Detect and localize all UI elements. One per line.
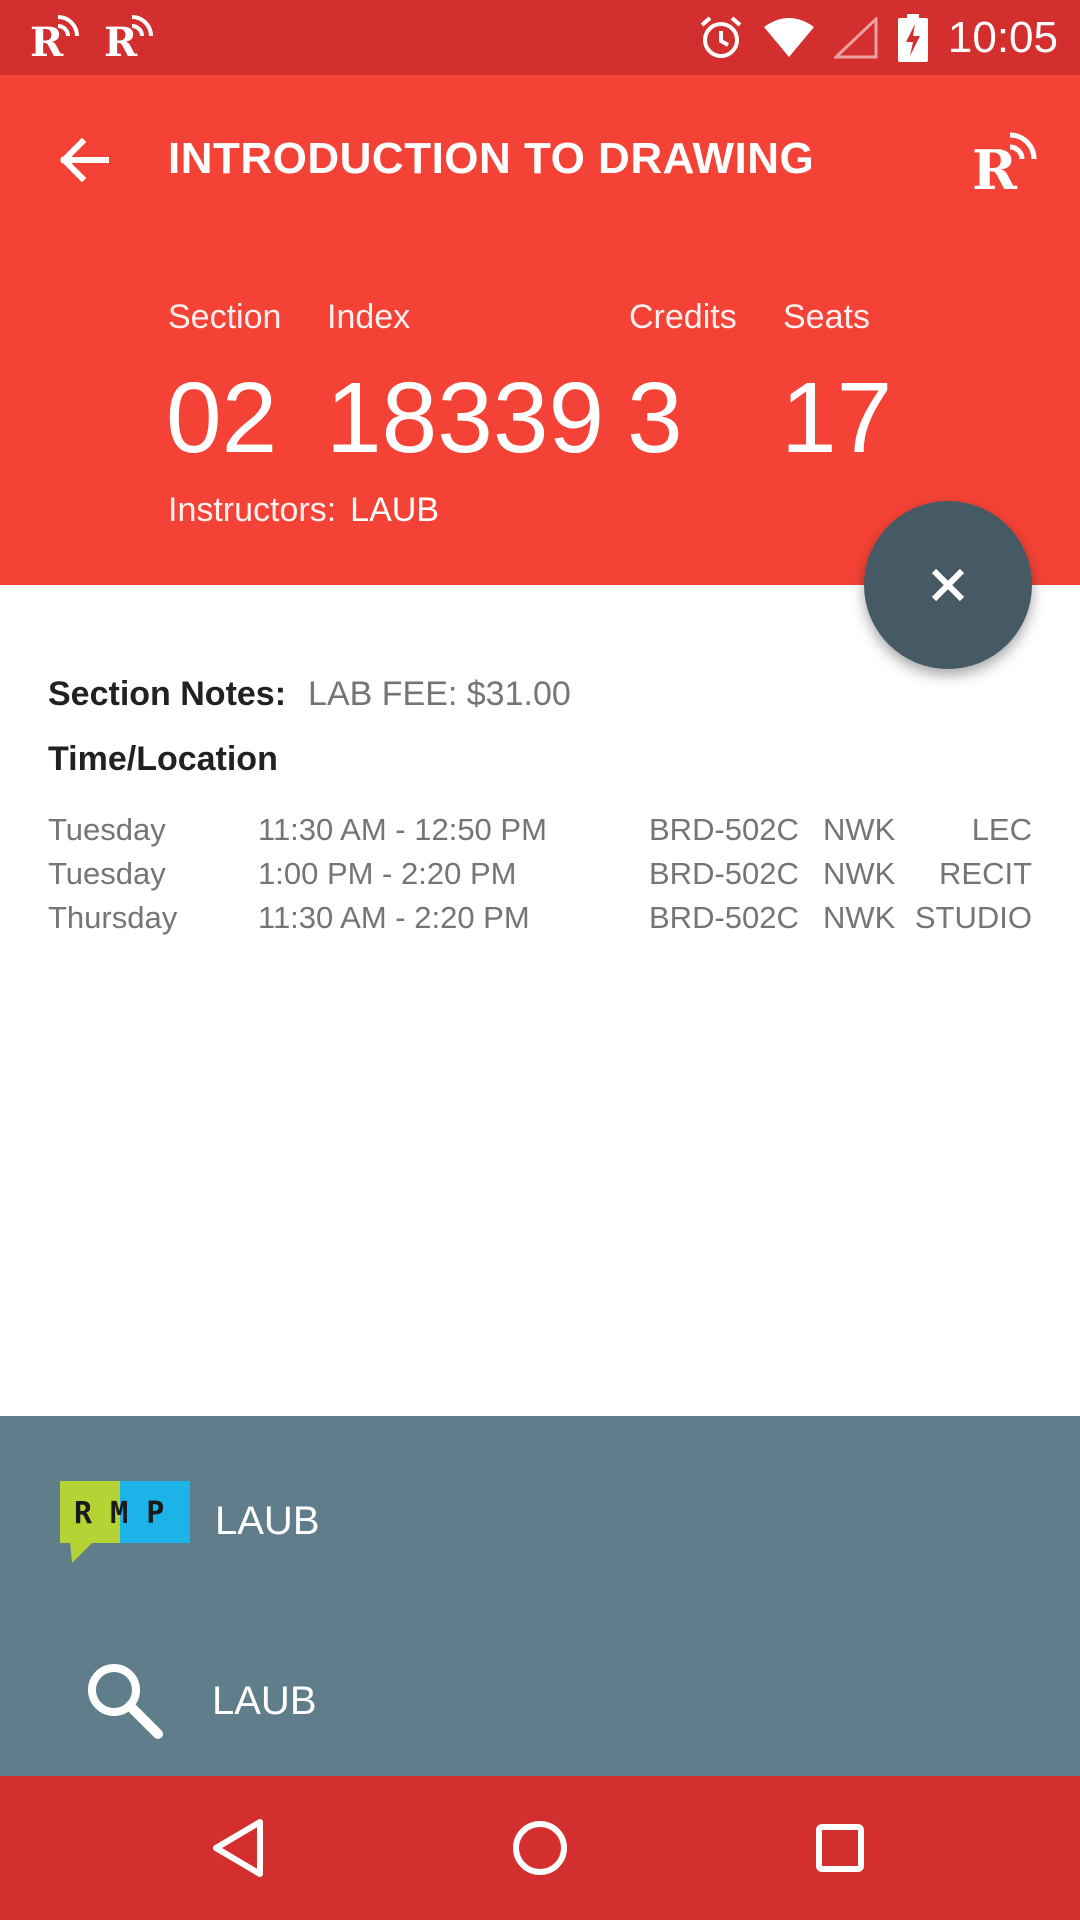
nav-home-icon bbox=[513, 1821, 567, 1875]
meeting-row: Tuesday 11:30 AM - 12:50 PM BRD-502C NWK… bbox=[48, 808, 1032, 852]
instructor-name: LAUB bbox=[350, 491, 439, 529]
meeting-room: BRD-502C bbox=[649, 900, 799, 935]
meeting-type: STUDIO bbox=[914, 900, 1032, 935]
battery-charging-icon bbox=[897, 14, 928, 62]
rmp-instructor-name: LAUB bbox=[215, 1499, 320, 1543]
clock: 10:05 bbox=[947, 13, 1058, 62]
meeting-campus: NWK bbox=[823, 856, 896, 891]
credits-value: 3 bbox=[627, 362, 683, 474]
seats-label: Seats bbox=[783, 298, 870, 336]
index-value: 18339 bbox=[326, 362, 605, 474]
meeting-row: Tuesday 1:00 PM - 2:20 PM BRD-502C NWK R… bbox=[48, 852, 1032, 896]
cell-signal-icon bbox=[833, 17, 878, 59]
meeting-room: BRD-502C bbox=[649, 812, 799, 847]
rmp-logo: R M P bbox=[60, 1481, 190, 1563]
section-label: Section bbox=[168, 298, 282, 336]
page-title: INTRODUCTION TO DRAWING bbox=[168, 134, 815, 183]
rmp-logo-text: R M P bbox=[74, 1496, 164, 1531]
meeting-campus: NWK bbox=[823, 900, 896, 935]
meeting-time: 1:00 PM - 2:20 PM bbox=[258, 856, 517, 891]
nav-recents-icon bbox=[816, 1824, 864, 1872]
close-fab[interactable] bbox=[864, 501, 1032, 669]
status-bar: R R 10:05 bbox=[0, 0, 1080, 75]
meeting-type: RECIT bbox=[939, 856, 1032, 891]
instructors-row: Instructors: LAUB bbox=[168, 490, 439, 530]
meeting-time: 11:30 AM - 12:50 PM bbox=[258, 812, 547, 847]
notification-icons: R R bbox=[28, 12, 154, 62]
alarm-icon bbox=[700, 16, 742, 58]
meeting-row: Thursday 11:30 AM - 2:20 PM BRD-502C NWK… bbox=[48, 896, 1032, 940]
meeting-time: 11:30 AM - 2:20 PM bbox=[258, 900, 530, 935]
index-label: Index bbox=[327, 298, 411, 336]
rutgers-app-icon: R bbox=[30, 15, 79, 62]
section-notes-label: Section Notes: bbox=[48, 675, 287, 713]
section-value: 02 bbox=[166, 362, 278, 474]
search-instructor-item[interactable]: LAUB bbox=[0, 1626, 1080, 1776]
nav-back-icon bbox=[213, 1819, 263, 1877]
arrow-back-icon bbox=[59, 137, 109, 183]
meeting-day: Tuesday bbox=[48, 812, 166, 847]
meeting-day: Thursday bbox=[48, 900, 178, 935]
meeting-room: BRD-502C bbox=[649, 856, 799, 891]
meeting-day: Tuesday bbox=[48, 856, 166, 891]
seats-value: 17 bbox=[781, 362, 893, 474]
wifi-icon bbox=[763, 18, 814, 57]
meeting-schedule: Tuesday 11:30 AM - 12:50 PM BRD-502C NWK… bbox=[48, 808, 1032, 940]
rutgers-app-icon: R bbox=[104, 15, 153, 62]
rutgers-logo-icon: R bbox=[972, 132, 1037, 202]
rate-my-professor-item[interactable]: R M P LAUB bbox=[0, 1446, 1080, 1596]
search-icon bbox=[88, 1664, 163, 1739]
rutgers-logo-button[interactable]: R bbox=[970, 125, 1040, 202]
meeting-campus: NWK bbox=[823, 812, 896, 847]
nav-back-button[interactable] bbox=[200, 1808, 280, 1888]
instructor-actions-sheet: R M P LAUB LAUB bbox=[0, 1416, 1080, 1776]
section-notes: Section Notes: LAB FEE: $31.00 bbox=[48, 672, 571, 716]
back-button[interactable] bbox=[50, 125, 120, 195]
time-location-heading: Time/Location bbox=[48, 740, 278, 778]
meeting-type: LEC bbox=[971, 812, 1032, 847]
search-instructor-name: LAUB bbox=[212, 1679, 317, 1723]
instructors-label: Instructors: bbox=[168, 491, 337, 529]
system-status-icons: 10:05 bbox=[698, 12, 1058, 64]
credits-label: Credits bbox=[629, 298, 737, 336]
section-notes-value: LAB FEE: $31.00 bbox=[308, 675, 571, 713]
nav-home-button[interactable] bbox=[500, 1808, 580, 1888]
close-icon bbox=[931, 568, 965, 602]
system-nav-bar bbox=[0, 1776, 1080, 1920]
nav-recents-button[interactable] bbox=[800, 1808, 880, 1888]
